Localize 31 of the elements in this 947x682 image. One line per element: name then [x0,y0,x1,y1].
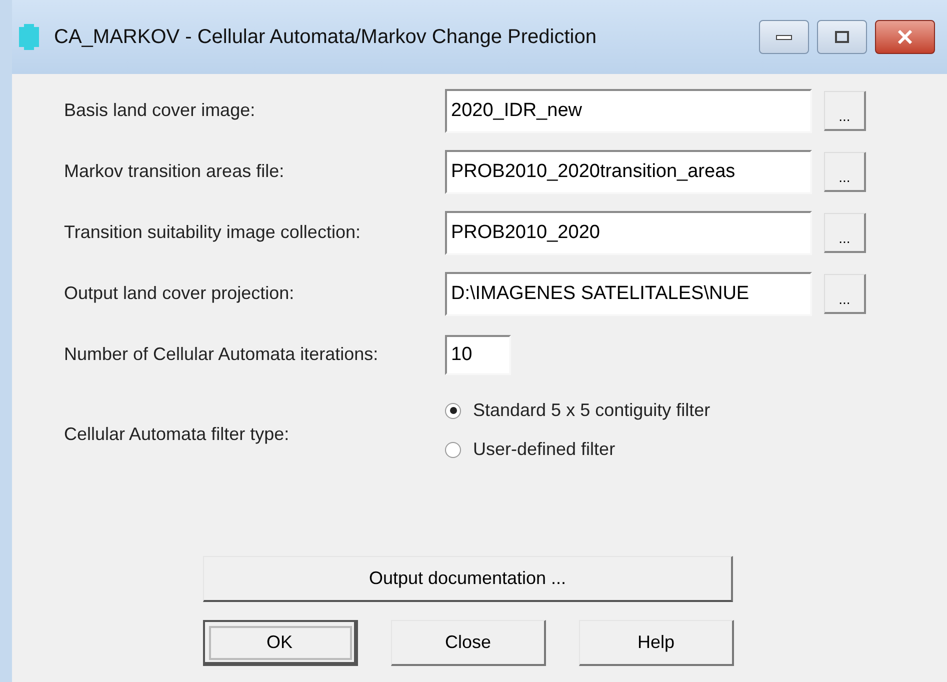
field-label: Number of Cellular Automata iterations: [63,343,380,366]
file-field[interactable]: PROB2010_2020 [445,210,812,254]
window-title: CA_MARKOV - Cellular Automata/Markov Change Prediction [54,25,596,50]
close-icon [897,30,913,44]
file-field[interactable]: D:\IMAGENES SATELITALES\NUE [445,272,812,316]
minimize-button[interactable] [759,20,809,54]
field-label: Basis land cover image: [63,99,256,122]
maximize-button[interactable] [817,20,867,54]
radio-label[interactable]: User-defined filter [473,436,616,463]
browse-button[interactable]: ... [824,90,866,130]
browse-button[interactable]: ... [824,274,866,314]
file-field[interactable]: PROB2010_2020transition_areas [445,150,812,194]
dialog-button[interactable]: Help [579,620,734,666]
minimize-icon [776,34,792,40]
browse-button[interactable]: ... [824,152,866,192]
file-field[interactable]: 2020_IDR_new [445,88,812,132]
output-documentation-button[interactable]: Output documentation ... [203,556,733,602]
close-button[interactable] [875,20,935,54]
filter-label: Cellular Automata filter type: [63,423,290,446]
dialog-button[interactable]: Close [391,620,546,666]
radio-label[interactable]: Standard 5 x 5 contiguity filter [473,397,710,424]
app-icon [16,24,42,50]
radio-button[interactable] [445,402,461,418]
dialog-button[interactable]: OK [203,620,358,666]
field-label: Output land cover projection: [63,282,296,305]
radio-button[interactable] [445,442,461,458]
maximize-icon [835,31,849,43]
field-label: Transition suitability image collection: [63,221,362,244]
browse-button[interactable]: ... [824,212,866,252]
field-label: Markov transition areas file: [63,160,286,183]
iterations-field[interactable]: 10 [445,334,511,374]
